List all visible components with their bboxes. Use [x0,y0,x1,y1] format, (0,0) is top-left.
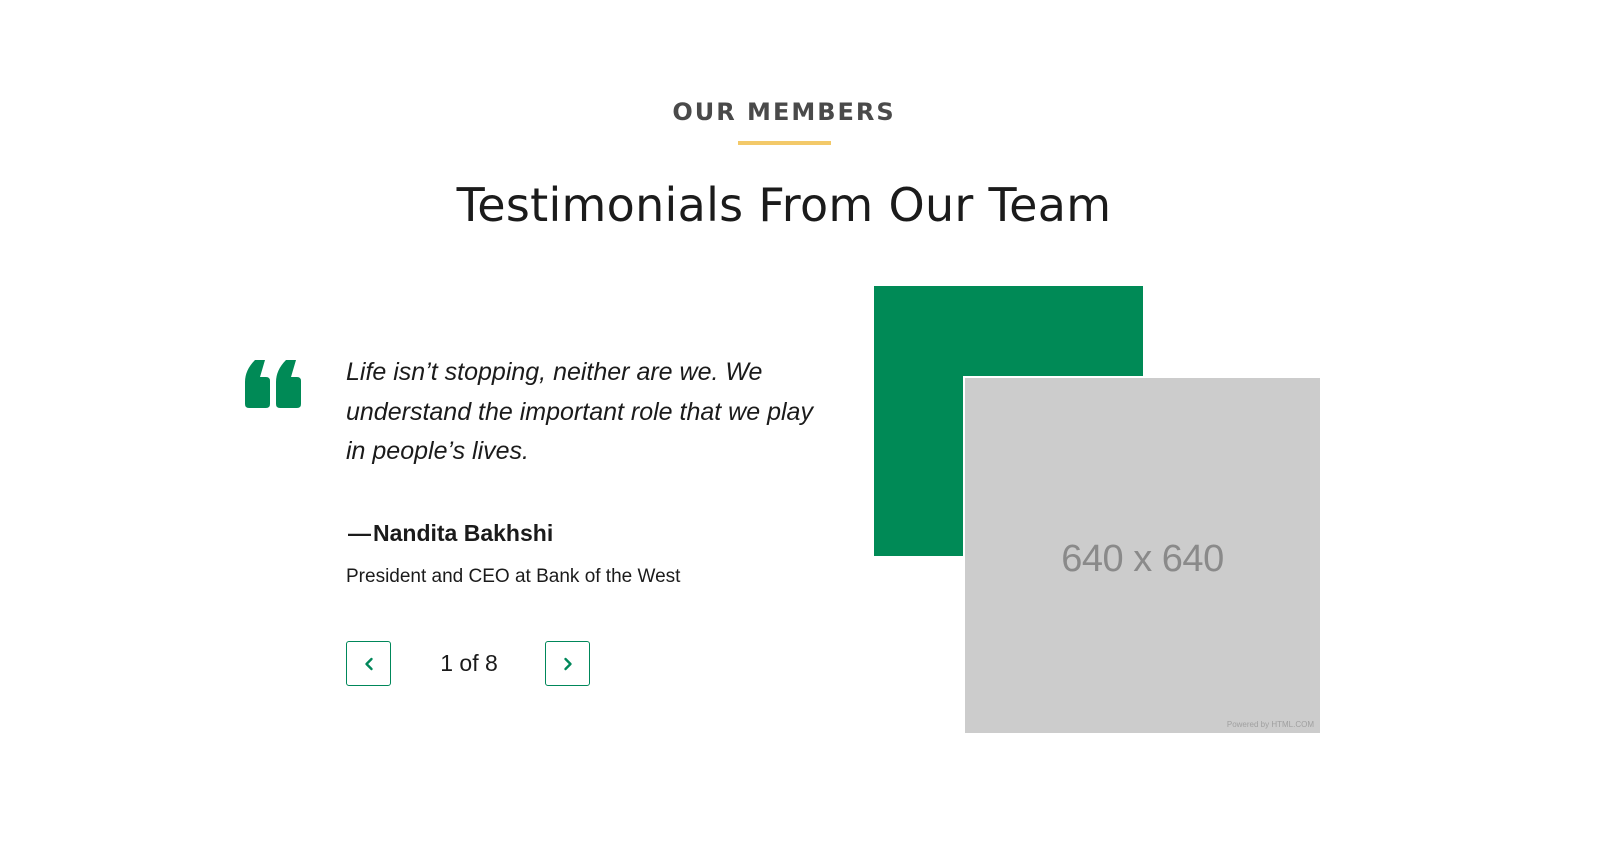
testimonial-author: —Nandita Bakhshi [348,520,553,547]
pager-count: 1 of 8 [440,650,498,676]
quote-icon [245,360,301,410]
member-photo-placeholder: 640 x 640 Powered by HTML.COM [963,376,1320,733]
eyebrow-underline [738,141,831,145]
placeholder-credit: Powered by HTML.COM [1226,720,1314,729]
placeholder-size-label: 640 x 640 [1061,538,1224,580]
previous-testimonial-button[interactable] [346,641,391,686]
section-heading: Testimonials From Our Team [456,178,1112,232]
testimonial-quote: Life isn’t stopping, neither are we. We … [346,358,813,465]
chevron-left-icon [364,657,373,670]
author-dash: — [348,520,371,546]
chevron-right-icon [563,657,572,670]
next-testimonial-button[interactable] [545,641,590,686]
author-name: Nandita Bakhshi [373,520,554,546]
section-eyebrow: OUR MEMBERS [672,98,896,126]
author-role: President and CEO at Bank of the West [346,566,681,587]
